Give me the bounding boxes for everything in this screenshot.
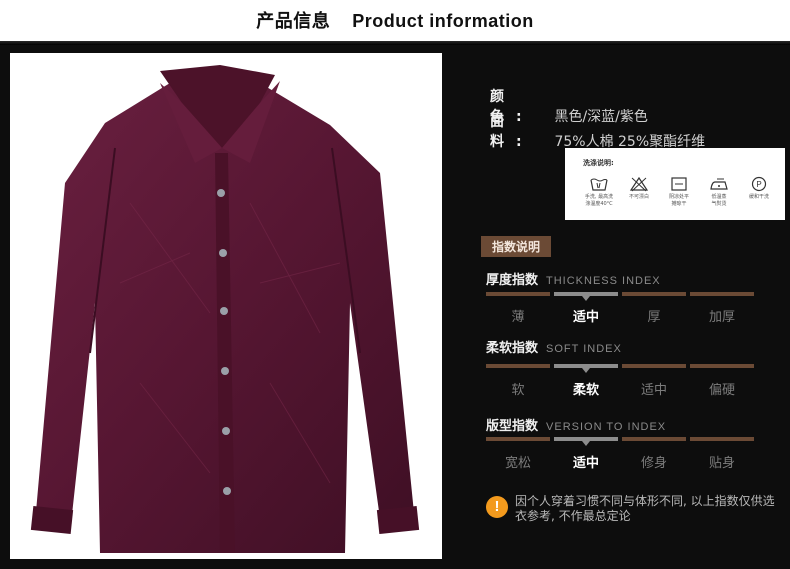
scale-segment	[690, 437, 754, 441]
scale-segment	[622, 364, 686, 368]
care-item: P 缓和干洗	[739, 176, 779, 201]
warning-icon: !	[486, 496, 508, 518]
index-title-cn: 厚度指数	[486, 273, 539, 288]
fabric-label: 面 料:	[490, 114, 534, 150]
version-scale	[486, 437, 754, 446]
low-iron-icon	[710, 178, 728, 190]
option-label: 偏硬	[708, 383, 735, 398]
scale-segment	[622, 437, 686, 441]
thickness-options: 薄 适中 厚 加厚	[486, 306, 754, 326]
disclaimer-note: ! 因个人穿着习惯不同与体形不同, 以上指数仅供选衣参考, 不作最总定论	[486, 494, 776, 526]
care-caption: 低温蒸 气熨烫	[711, 194, 727, 207]
care-item: 阴凉处平 摊晾干	[659, 176, 699, 208]
scale-segment	[486, 437, 550, 441]
scale-segment	[486, 292, 550, 296]
option-label: 宽松	[504, 456, 531, 471]
header-title: 产品信息 Product information	[256, 11, 534, 31]
index-title-en: VERSION TO INDEX	[546, 421, 667, 433]
scale-segment-active	[554, 364, 618, 373]
version-options: 宽松 适中 修身 贴身	[486, 452, 754, 472]
thickness-scale	[486, 292, 754, 301]
option-label: 加厚	[708, 310, 735, 325]
index-title-en: THICKNESS INDEX	[546, 275, 661, 287]
care-item: 低温蒸 气熨烫	[699, 176, 739, 208]
header-bar: 产品信息 Product information	[0, 0, 790, 40]
disclaimer-text: 因个人穿着习惯不同与体形不同, 以上指数仅供选衣参考, 不作最总定论	[515, 494, 775, 523]
option-label: 适中	[640, 383, 667, 398]
product-photo	[10, 53, 442, 559]
care-item: 不可漂白	[619, 176, 659, 201]
option-label: 修身	[640, 456, 667, 471]
soft-scale	[486, 364, 754, 373]
thickness-index-title: 厚度指数 THICKNESS INDEX	[486, 269, 661, 288]
care-title: 洗涤说明:	[583, 159, 614, 167]
index-title-cn: 柔软指数	[486, 341, 539, 356]
header: 产品信息 Product information	[0, 0, 790, 45]
dry-clean-icon: P	[751, 176, 767, 192]
soft-options: 软 柔软 适中 偏硬	[486, 379, 754, 399]
version-index-title: 版型指数 VERSION TO INDEX	[486, 415, 666, 434]
option-label: 软	[511, 383, 525, 398]
care-caption: 手洗, 最高洗 涤温度40°C	[584, 194, 614, 207]
option-label: 薄	[511, 310, 525, 325]
scale-segment	[690, 292, 754, 296]
scale-segment-active	[554, 437, 618, 446]
index-title-cn: 版型指数	[486, 419, 539, 434]
option-label: 贴身	[708, 456, 735, 471]
care-caption: 缓和干洗	[748, 194, 769, 200]
option-label-active: 适中	[572, 310, 599, 325]
index-title-en: SOFT INDEX	[546, 343, 622, 355]
care-instructions: 洗涤说明: 手洗, 最高洗 涤温度40°C 不可漂白 阴凉处平 摊晾干 低温蒸 …	[565, 148, 785, 220]
shirt-image	[30, 65, 420, 553]
scale-segment	[622, 292, 686, 296]
line-dry-icon	[671, 177, 687, 191]
soft-index-title: 柔软指数 SOFT INDEX	[486, 337, 622, 356]
option-label: 厚	[647, 310, 661, 325]
care-item: 手洗, 最高洗 涤温度40°C	[579, 176, 619, 208]
care-caption: 不可漂白	[628, 194, 649, 200]
scale-segment	[486, 364, 550, 368]
care-caption: 阴凉处平 摊晾干	[668, 194, 689, 207]
no-bleach-icon	[629, 176, 649, 192]
svg-text:P: P	[756, 180, 761, 189]
scale-segment-active	[554, 292, 618, 301]
fabric-row: 面 料: 75%人棉 25%聚酯纤维	[490, 111, 705, 151]
hand-wash-icon	[590, 178, 608, 191]
scale-segment	[690, 364, 754, 368]
option-label-active: 柔软	[572, 383, 599, 398]
option-label-active: 适中	[572, 456, 599, 471]
index-badge: 指数说明	[481, 236, 551, 257]
